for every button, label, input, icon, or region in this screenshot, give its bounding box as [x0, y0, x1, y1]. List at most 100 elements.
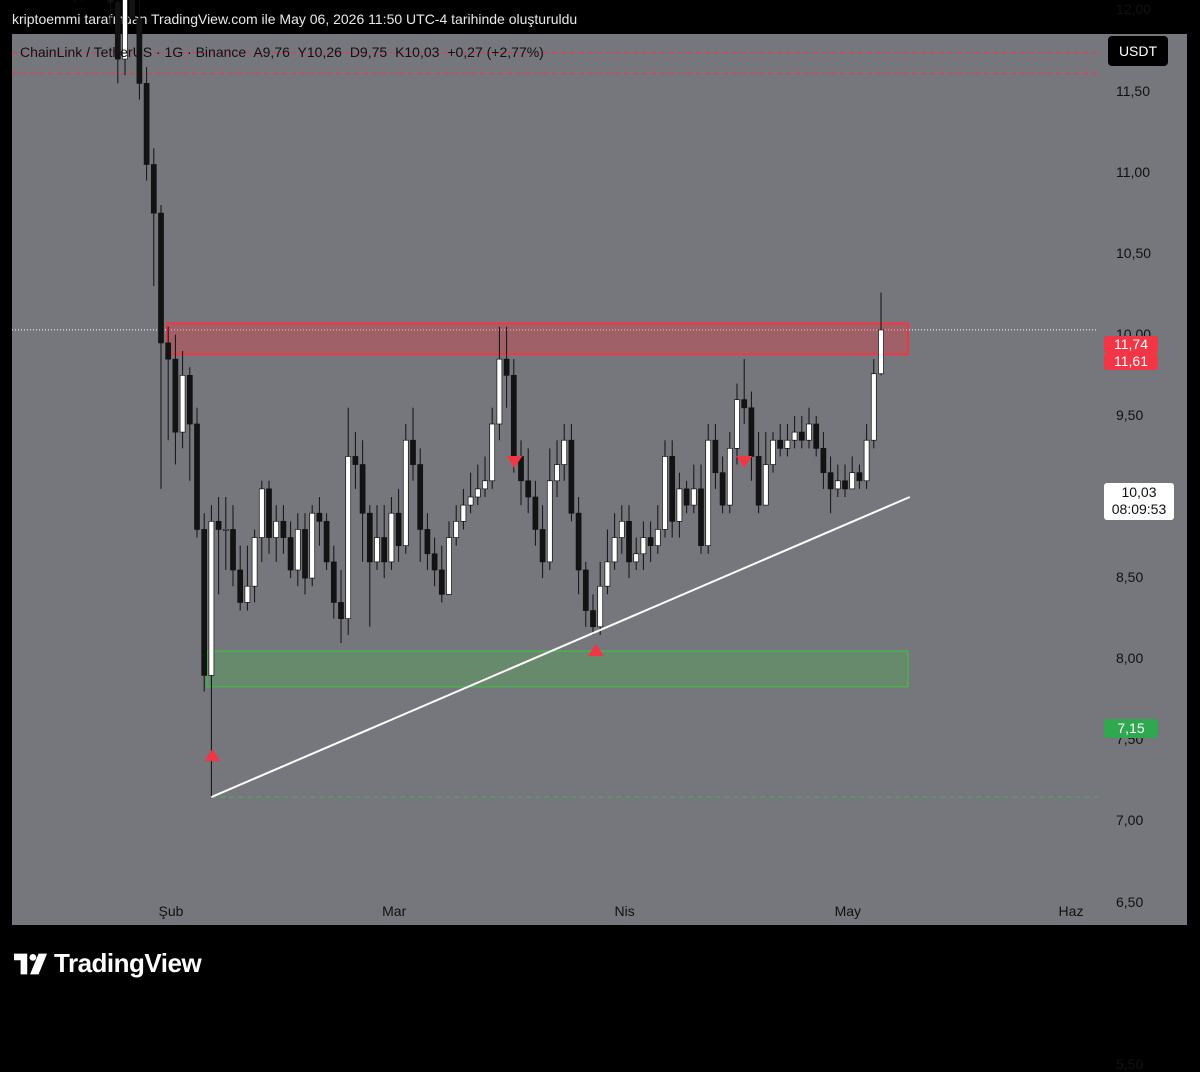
candle-body — [258, 488, 265, 538]
candle-body — [705, 439, 712, 547]
time-tick-label: Mar — [382, 903, 407, 919]
candle-body — [784, 439, 791, 449]
candle-body — [381, 537, 388, 563]
candle-body — [309, 512, 316, 579]
price-tick-label: 11,50 — [1116, 82, 1150, 99]
candle-body — [734, 399, 740, 449]
time-tick-label: May — [834, 903, 862, 919]
marker-up-2 — [588, 644, 604, 656]
brand-name: TradingView — [54, 948, 202, 978]
candle-body — [532, 496, 539, 530]
candle-body — [683, 488, 690, 506]
candle-body — [770, 439, 776, 465]
candle-body — [489, 423, 496, 482]
candle-body — [129, 0, 136, 19]
candle-body — [287, 537, 294, 571]
candle-body — [834, 480, 841, 490]
candle-body — [352, 456, 359, 465]
candle-body — [640, 537, 647, 555]
candle-body — [431, 553, 438, 571]
candle-body — [842, 480, 848, 490]
candle-body — [482, 480, 488, 490]
candle-body — [388, 512, 395, 563]
candle-body — [251, 537, 258, 587]
candle-body — [302, 529, 308, 579]
candle-body — [568, 439, 575, 514]
support-price-tag: 7,15 — [1104, 719, 1158, 738]
price-tick-label: 9,50 — [1116, 406, 1144, 423]
candle-body — [294, 529, 301, 571]
time-tick-label: Haz — [1058, 903, 1084, 919]
ohlc-high: Y10,26 — [297, 44, 342, 60]
candle-body — [438, 569, 445, 595]
candle-body — [230, 529, 236, 571]
candle-body — [611, 537, 618, 563]
price-tick-label: 6,50 — [1116, 893, 1144, 910]
candle-body — [755, 456, 762, 506]
candle-body — [208, 520, 215, 676]
candle-body — [244, 585, 251, 603]
candle-body — [618, 520, 625, 538]
price-tick-label: 11,00 — [1116, 163, 1150, 180]
price-tick-label: 8,50 — [1116, 569, 1144, 586]
candle-body — [460, 504, 467, 522]
candle-body — [395, 512, 402, 547]
candle-body — [582, 569, 589, 611]
candle-body — [150, 164, 157, 214]
candle-body — [338, 602, 344, 619]
marker-up-1 — [204, 749, 221, 761]
price-tick-label: 8,00 — [1116, 650, 1144, 667]
candle-body — [402, 439, 409, 547]
candle-body — [417, 464, 424, 530]
candle-body — [359, 464, 366, 514]
candle-body — [546, 480, 553, 563]
candle-body — [856, 472, 863, 482]
candle-body — [647, 537, 654, 547]
tradingview-logo[interactable]: TradingView — [14, 948, 202, 979]
candle-body — [374, 537, 380, 563]
candle-body — [554, 464, 560, 482]
ohlc-change: +0,27 (+2,77%) — [447, 44, 544, 60]
candle-body — [791, 431, 798, 441]
candle-body — [590, 610, 596, 628]
candle-body — [633, 553, 640, 563]
time-tick-label: Nis — [614, 903, 635, 919]
candle-body — [870, 373, 877, 441]
candle-body — [539, 529, 546, 563]
candle-body — [741, 399, 748, 409]
candle-body — [726, 447, 733, 506]
candle-body — [172, 358, 179, 433]
candle-body — [849, 472, 856, 490]
candle-body — [201, 529, 208, 676]
support-zone — [206, 650, 909, 688]
candle-body — [806, 423, 812, 441]
symbol-title[interactable]: ChainLink / TetherUS · 1G · Binance — [20, 44, 246, 60]
currency-button[interactable]: USDT — [1108, 36, 1168, 66]
resistance-zone — [166, 322, 909, 356]
candle-body — [366, 512, 373, 563]
candle-body — [323, 520, 330, 563]
candle-body — [158, 212, 164, 344]
candle-body — [453, 520, 460, 538]
candle-body — [575, 512, 582, 571]
candle-body — [215, 520, 222, 530]
price-tick-label: 10,50 — [1116, 244, 1152, 261]
candle-body — [143, 83, 150, 165]
candle-body — [690, 488, 697, 506]
symbol-legend: ChainLink / TetherUS · 1G · Binance A9,7… — [20, 44, 548, 60]
price-tick-label: 12,00 — [1116, 1, 1152, 18]
candle-body — [107, 0, 114, 3]
price-chart[interactable] — [0, 0, 1200, 997]
candle-body — [813, 423, 820, 449]
candle-body — [316, 512, 323, 522]
candle-body — [467, 496, 474, 506]
candle-body — [266, 488, 272, 538]
last-price-tag: 10,03 08:09:53 — [1104, 483, 1174, 520]
ohlc-low: D9,75 — [349, 44, 388, 60]
price-tick-label: 7,00 — [1116, 812, 1144, 829]
tradingview-logo-icon — [14, 953, 48, 974]
ohlc-close: K10,03 — [395, 44, 440, 60]
candle-body — [597, 585, 604, 628]
time-tick-label: Şub — [158, 903, 184, 919]
candle-body — [654, 529, 661, 547]
